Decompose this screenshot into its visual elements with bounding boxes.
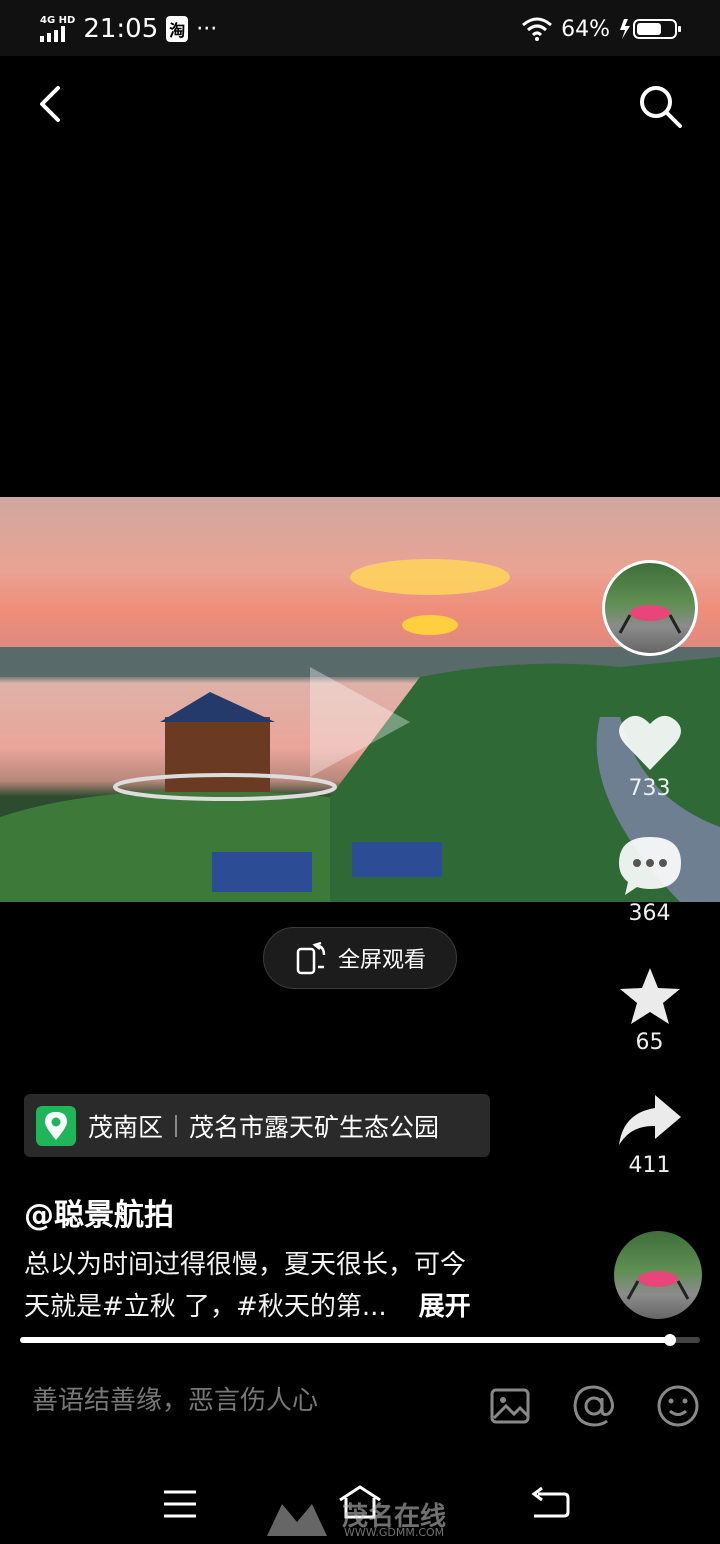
clock: 21:05 [83,14,159,44]
post-description: 总以为时间过得很慢，夏天很长，可今 天就是#立秋 了，#秋天的第... 展开 [24,1244,564,1328]
like-button[interactable]: 733 [617,712,683,801]
return-arrow-icon [531,1486,570,1518]
at-sign-icon [573,1385,614,1427]
author-name[interactable]: @聪景航拍 [24,1190,174,1234]
progress-fill [20,1337,671,1343]
favorite-count: 65 [635,1030,664,1055]
taobao-badge-icon: 淘 [166,16,189,42]
menu-lines-icon [164,1490,196,1518]
rotate-screen-icon [296,941,326,975]
comment-button[interactable]: 364 [617,835,683,926]
creator-avatar[interactable] [601,560,698,656]
mention-button[interactable] [572,1384,616,1428]
location-tag[interactable]: 茂南区 茂名市露天矿生态公园 [24,1094,490,1157]
system-nav-bar: 茂名在线 WWW.GDMM.COM [0,1460,720,1544]
more-dots: ··· [196,16,218,42]
avatar-image [618,605,681,634]
status-bar: 4G HD 21:05 淘 ··· 64% [0,0,720,56]
status-right: 64% [521,12,682,46]
like-count: 733 [628,776,671,801]
back-button[interactable] [30,82,74,126]
emoji-button[interactable] [656,1384,700,1428]
location-pin-icon [36,1105,76,1146]
action-column: 733 364 65 411 [600,560,720,1178]
watermark-url: WWW.GDMM.COM [344,1526,445,1539]
music-disc-avatar[interactable] [614,1231,702,1319]
comment-count: 364 [628,901,671,926]
comment-input[interactable]: 善语结善缘，恶言伤人心 [32,1380,318,1417]
signal-icon: 4G HD [40,16,75,42]
menu-button[interactable] [162,1488,198,1520]
progress-knob[interactable] [664,1334,677,1346]
watermark-logo-icon [267,1504,327,1536]
comment-bubble-icon [618,837,681,895]
share-count: 411 [628,1153,671,1178]
image-button[interactable] [490,1386,530,1426]
description-line-2-row: 天就是#立秋 了，#秋天的第... 展开 [24,1286,564,1328]
battery-percent: 64% [561,16,610,42]
watermark: 茂名在线 WWW.GDMM.COM [262,1496,472,1540]
location-divider [175,1114,178,1137]
search-icon [640,86,682,128]
share-button[interactable]: 411 [617,1093,683,1178]
wifi-icon [522,17,553,41]
share-arrow-icon [618,1095,681,1145]
fullscreen-button[interactable]: 全屏观看 [263,927,457,989]
description-line-1: 总以为时间过得很慢，夏天很长，可今 [24,1250,467,1280]
video-progress-bar[interactable] [20,1334,700,1346]
expand-link[interactable]: 展开 [419,1286,471,1328]
fullscreen-label: 全屏观看 [337,948,426,973]
description-line-2: 天就是#立秋 了，#秋天的第... [24,1292,387,1322]
search-button[interactable] [636,82,684,130]
back-arrow-icon [40,86,60,122]
location-place: 茂名市露天矿生态公园 [189,1112,440,1142]
image-icon [490,1388,530,1424]
status-left: 4G HD 21:05 淘 ··· [40,12,217,46]
back-nav-button[interactable] [530,1486,570,1520]
smiley-icon [657,1385,699,1427]
disc-image [626,1271,690,1300]
location-district: 茂南区 [88,1112,164,1142]
star-icon [619,968,680,1024]
battery-icon [620,19,681,39]
heart-icon [618,715,681,770]
favorite-button[interactable]: 65 [618,966,682,1055]
